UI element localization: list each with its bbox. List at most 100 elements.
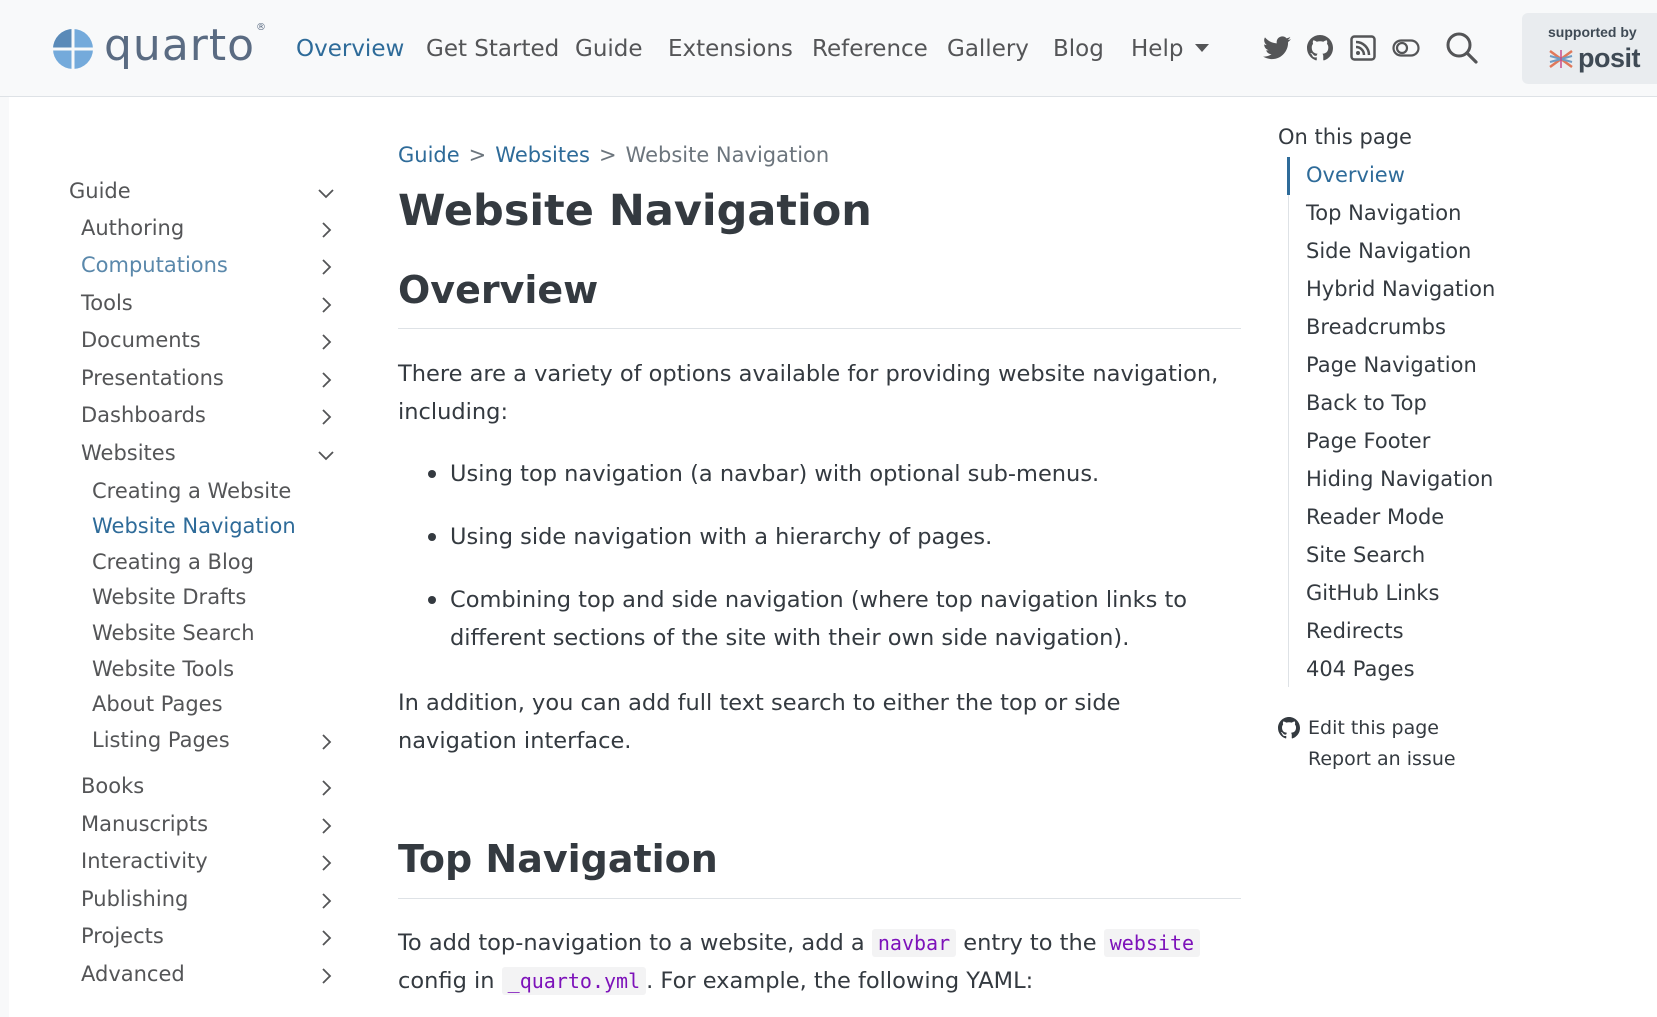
nav-extensions[interactable]: Extensions xyxy=(668,31,793,67)
breadcrumb-guide[interactable]: Guide xyxy=(398,143,460,167)
nav-get-started[interactable]: Get Started xyxy=(426,31,559,67)
toc-item-404-pages[interactable]: 404 Pages xyxy=(1306,654,1415,684)
toc-title: On this page xyxy=(1278,125,1412,149)
list-item: Using top navigation (a navbar) with opt… xyxy=(426,455,1241,493)
paragraph-text: To add top-navigation to a website, add … xyxy=(398,930,872,956)
breadcrumb-websites[interactable]: Websites xyxy=(495,143,590,167)
top-navigation-heading: Top Navigation xyxy=(398,837,718,881)
toc-item-overview[interactable]: Overview xyxy=(1306,160,1405,190)
page-title: Website Navigation xyxy=(398,186,872,236)
sidebar-item-computations[interactable]: Computations xyxy=(81,250,228,280)
sidebar-subitem-website-drafts[interactable]: Website Drafts xyxy=(92,582,246,612)
sidebar-subitem-about-pages[interactable]: About Pages xyxy=(92,689,223,719)
breadcrumb-separator: > xyxy=(468,143,487,167)
quarto-logo[interactable]: quarto ® xyxy=(52,20,267,74)
sidebar-subitem-website-search[interactable]: Website Search xyxy=(92,618,255,648)
sidebar-subitem-website-tools[interactable]: Website Tools xyxy=(92,654,234,684)
sidebar-item-manuscripts[interactable]: Manuscripts xyxy=(81,809,208,839)
list-item: Using side navigation with a hierarchy o… xyxy=(426,518,1241,556)
sidebar-item-websites[interactable]: Websites xyxy=(81,438,176,468)
sidebar-subitem-creating-blog[interactable]: Creating a Blog xyxy=(92,547,254,577)
chevron-right-icon[interactable] xyxy=(315,731,337,753)
toc-item-back-to-top[interactable]: Back to Top xyxy=(1306,388,1427,418)
quarto-logo-icon xyxy=(53,29,93,69)
sidebar-item-advanced[interactable]: Advanced xyxy=(81,959,185,989)
chevron-right-icon[interactable] xyxy=(315,965,337,987)
nav-help-label: Help xyxy=(1131,36,1184,62)
toc-item-hybrid-navigation[interactable]: Hybrid Navigation xyxy=(1306,274,1495,304)
chevron-right-icon[interactable] xyxy=(315,294,337,316)
top-navbar: quarto ® Overview Get Started Guide Exten… xyxy=(0,0,1657,97)
chevron-right-icon[interactable] xyxy=(315,777,337,799)
search-icon[interactable] xyxy=(1442,28,1482,68)
toc-item-redirects[interactable]: Redirects xyxy=(1306,616,1404,646)
chevron-right-icon[interactable] xyxy=(315,256,337,278)
list-item: Combining top and side navigation (where… xyxy=(426,581,1241,657)
toc-active-indicator xyxy=(1287,157,1290,195)
github-icon[interactable] xyxy=(1302,30,1338,66)
chevron-right-icon[interactable] xyxy=(315,852,337,874)
inline-code-navbar: navbar xyxy=(871,929,957,957)
heading-divider xyxy=(398,328,1241,329)
breadcrumb: Guide > Websites > Website Navigation xyxy=(398,140,829,170)
chevron-right-icon[interactable] xyxy=(315,219,337,241)
nav-overview[interactable]: Overview xyxy=(296,31,404,67)
sidebar-item-authoring[interactable]: Authoring xyxy=(81,213,184,243)
chevron-right-icon[interactable] xyxy=(315,927,337,949)
inline-code-website: website xyxy=(1103,929,1201,957)
sidebar-subitem-creating-website[interactable]: Creating a Website xyxy=(92,476,291,506)
toc-item-page-footer[interactable]: Page Footer xyxy=(1306,426,1430,456)
chevron-right-icon[interactable] xyxy=(315,369,337,391)
toc-item-hiding-navigation[interactable]: Hiding Navigation xyxy=(1306,464,1493,494)
chevron-right-icon[interactable] xyxy=(315,815,337,837)
nav-guide[interactable]: Guide xyxy=(575,31,643,67)
sidebar-item-presentations[interactable]: Presentations xyxy=(81,363,224,393)
overview-outro: In addition, you can add full text searc… xyxy=(398,690,1121,754)
report-issue-link[interactable]: Report an issue xyxy=(1308,745,1456,773)
posit-sponsor-badge[interactable]: supported by posit xyxy=(1522,13,1657,84)
sidebar-item-publishing[interactable]: Publishing xyxy=(81,884,188,914)
chevron-right-icon[interactable] xyxy=(315,890,337,912)
toc-item-site-search[interactable]: Site Search xyxy=(1306,540,1425,570)
sidebar-subitem-website-navigation[interactable]: Website Navigation xyxy=(92,511,296,541)
top-navigation-paragraph: To add top-navigation to a website, add … xyxy=(398,924,1241,1000)
github-icon xyxy=(1278,717,1300,739)
sidebar-subitem-listing-pages[interactable]: Listing Pages xyxy=(92,725,230,755)
dropdown-caret-icon xyxy=(1195,43,1210,52)
nav-blog[interactable]: Blog xyxy=(1053,31,1104,67)
sidebar-item-dashboards[interactable]: Dashboards xyxy=(81,400,206,430)
toc-item-page-navigation[interactable]: Page Navigation xyxy=(1306,350,1477,380)
sidebar-item-interactivity[interactable]: Interactivity xyxy=(81,846,208,876)
toc-item-github-links[interactable]: GitHub Links xyxy=(1306,578,1439,608)
sidebar-item-documents[interactable]: Documents xyxy=(81,325,201,355)
nav-gallery[interactable]: Gallery xyxy=(947,31,1029,67)
posit-logo: posit xyxy=(1548,43,1641,74)
rss-icon[interactable] xyxy=(1345,30,1381,66)
paragraph-text: config in xyxy=(398,968,502,994)
sidebar-item-books[interactable]: Books xyxy=(81,771,144,801)
chevron-down-icon[interactable] xyxy=(315,444,337,466)
paragraph-text: . For example, the following YAML: xyxy=(646,968,1034,994)
toc-item-top-navigation[interactable]: Top Navigation xyxy=(1306,198,1461,228)
nav-reference[interactable]: Reference xyxy=(812,31,928,67)
toc-item-side-navigation[interactable]: Side Navigation xyxy=(1306,236,1471,266)
edit-this-page-link[interactable]: Edit this page xyxy=(1308,714,1439,742)
breadcrumb-separator: > xyxy=(598,143,617,167)
chevron-right-icon[interactable] xyxy=(315,406,337,428)
inline-code-quarto-yml: _quarto.yml xyxy=(501,967,647,995)
chevron-down-icon[interactable] xyxy=(315,182,337,204)
sidebar-item-tools[interactable]: Tools xyxy=(81,288,133,318)
sidebar-item-projects[interactable]: Projects xyxy=(81,921,164,951)
brand-name: quarto xyxy=(104,20,256,71)
sidebar: Guide Authoring Computations Tools Docum… xyxy=(0,97,360,1017)
twitter-icon[interactable] xyxy=(1259,30,1295,66)
heading-divider xyxy=(398,898,1241,899)
sidebar-section-guide[interactable]: Guide xyxy=(69,176,131,206)
chevron-right-icon[interactable] xyxy=(315,331,337,353)
overview-heading: Overview xyxy=(398,268,599,312)
toggle-icon[interactable] xyxy=(1388,30,1424,66)
toc-item-reader-mode[interactable]: Reader Mode xyxy=(1306,502,1444,532)
toc-item-breadcrumbs[interactable]: Breadcrumbs xyxy=(1306,312,1446,342)
brand-registered-mark: ® xyxy=(256,21,267,33)
nav-help[interactable]: Help xyxy=(1131,31,1210,67)
